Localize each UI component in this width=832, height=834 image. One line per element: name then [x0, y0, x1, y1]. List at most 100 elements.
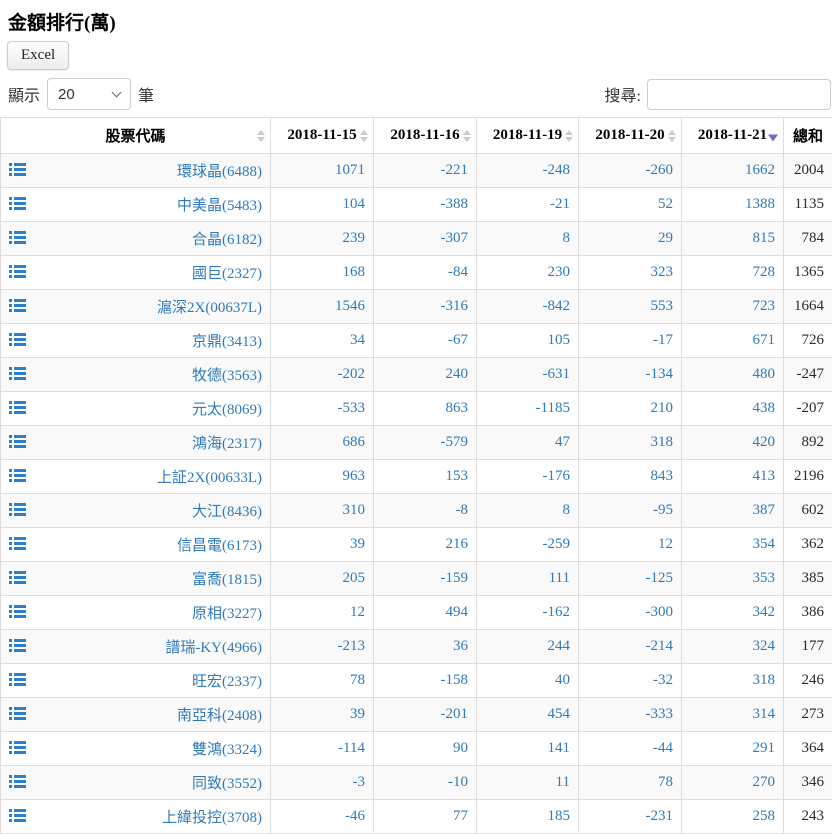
value-cell: 342: [682, 596, 784, 630]
stock-name-link[interactable]: 滬深2X(00637L): [157, 300, 262, 316]
value-cell: -248: [477, 154, 579, 188]
value-cell: -842: [477, 290, 579, 324]
list-icon[interactable]: [9, 163, 26, 176]
value-cell: 438: [682, 392, 784, 426]
search-input[interactable]: [647, 79, 831, 110]
stock-name-link[interactable]: 鴻海(2317): [192, 436, 262, 452]
value-cell: -125: [579, 562, 682, 596]
list-icon[interactable]: [9, 639, 26, 652]
stock-name-link[interactable]: 同致(3552): [192, 776, 262, 792]
stock-name-link[interactable]: 旺宏(2337): [192, 674, 262, 690]
list-icon[interactable]: [9, 401, 26, 414]
list-icon[interactable]: [9, 571, 26, 584]
search-control: 搜尋:: [605, 79, 831, 110]
stock-name-link[interactable]: 合晶(6182): [192, 232, 262, 248]
stock-name-link[interactable]: 雙鴻(3324): [192, 742, 262, 758]
column-header-2018-11-21[interactable]: 2018-11-21: [682, 118, 784, 154]
value-cell: -3: [271, 766, 374, 800]
value-cell: -10: [374, 766, 477, 800]
list-icon[interactable]: [9, 503, 26, 516]
table-row: 滬深2X(00637L) 1546 -316 -842 553 723 1664: [1, 290, 832, 324]
total-cell: 364: [784, 732, 832, 766]
value-cell: -159: [374, 562, 477, 596]
value-cell: 723: [682, 290, 784, 324]
sort-both-icon: [463, 130, 471, 142]
stock-name-link[interactable]: 南亞科(2408): [177, 708, 262, 724]
table-row: 鴻海(2317) 686 -579 47 318 420 892: [1, 426, 832, 460]
column-header-2018-11-20[interactable]: 2018-11-20: [579, 118, 682, 154]
value-cell: -214: [579, 630, 682, 664]
list-icon[interactable]: [9, 333, 26, 346]
table-row: 譜瑞-KY(4966) -213 36 244 -214 324 177: [1, 630, 832, 664]
column-header-2018-11-15[interactable]: 2018-11-15: [271, 118, 374, 154]
list-icon[interactable]: [9, 707, 26, 720]
column-header-total: 總和: [784, 118, 832, 154]
stock-name-link[interactable]: 譜瑞-KY(4966): [165, 640, 262, 656]
stock-name-link[interactable]: 中美晶(5483): [177, 198, 262, 214]
stock-name-link[interactable]: 上緯投控(3708): [162, 810, 262, 826]
list-icon[interactable]: [9, 605, 26, 618]
total-cell: 243: [784, 800, 832, 834]
table-row: 上緯投控(3708) -46 77 185 -231 258 243: [1, 800, 832, 834]
value-cell: 111: [477, 562, 579, 596]
value-cell: 105: [477, 324, 579, 358]
column-header-label: 2018-11-19: [493, 127, 562, 143]
list-icon[interactable]: [9, 299, 26, 312]
table-row: 國巨(2327) 168 -84 230 323 728 1365: [1, 256, 832, 290]
list-icon[interactable]: [9, 197, 26, 210]
value-cell: 78: [579, 766, 682, 800]
stock-name-link[interactable]: 元太(8069): [192, 402, 262, 418]
value-cell: -32: [579, 664, 682, 698]
value-cell: -1185: [477, 392, 579, 426]
list-icon[interactable]: [9, 265, 26, 278]
value-cell: -260: [579, 154, 682, 188]
stock-name-link[interactable]: 富喬(1815): [192, 572, 262, 588]
stock-name-link[interactable]: 國巨(2327): [192, 266, 262, 282]
value-cell: -162: [477, 596, 579, 630]
value-cell: -300: [579, 596, 682, 630]
value-cell: 387: [682, 494, 784, 528]
stock-name-link[interactable]: 上証2X(00633L): [157, 470, 262, 486]
list-icon[interactable]: [9, 231, 26, 244]
column-header-2018-11-19[interactable]: 2018-11-19: [477, 118, 579, 154]
stock-name-link[interactable]: 牧德(3563): [192, 368, 262, 384]
stock-name-link[interactable]: 大江(8436): [192, 504, 262, 520]
list-icon[interactable]: [9, 367, 26, 380]
list-icon[interactable]: [9, 775, 26, 788]
value-cell: 258: [682, 800, 784, 834]
list-icon[interactable]: [9, 673, 26, 686]
stock-cell: 原相(3227): [1, 596, 271, 630]
sort-both-icon: [668, 130, 676, 142]
column-header-stock-code[interactable]: 股票代碼: [1, 118, 271, 154]
value-cell: 353: [682, 562, 784, 596]
stock-cell: 上証2X(00633L): [1, 460, 271, 494]
excel-export-button[interactable]: Excel: [7, 41, 69, 70]
value-cell: 314: [682, 698, 784, 732]
list-icon[interactable]: [9, 809, 26, 822]
stock-name-link[interactable]: 原相(3227): [192, 606, 262, 622]
value-cell: -631: [477, 358, 579, 392]
stock-name-link[interactable]: 環球晶(6488): [177, 164, 262, 180]
value-cell: 843: [579, 460, 682, 494]
column-header-label: 2018-11-21: [698, 127, 767, 143]
stock-name-link[interactable]: 信昌電(6173): [177, 538, 262, 554]
value-cell: -533: [271, 392, 374, 426]
total-cell: 362: [784, 528, 832, 562]
value-cell: 210: [579, 392, 682, 426]
list-icon[interactable]: [9, 435, 26, 448]
list-icon[interactable]: [9, 537, 26, 550]
table-row: 南亞科(2408) 39 -201 454 -333 314 273: [1, 698, 832, 732]
list-icon[interactable]: [9, 741, 26, 754]
value-cell: 39: [271, 528, 374, 562]
stock-name-link[interactable]: 京鼎(3413): [192, 334, 262, 350]
list-icon[interactable]: [9, 469, 26, 482]
column-header-2018-11-16[interactable]: 2018-11-16: [374, 118, 477, 154]
total-cell: 385: [784, 562, 832, 596]
table-row: 中美晶(5483) 104 -388 -21 52 1388 1135: [1, 188, 832, 222]
stock-cell: 國巨(2327): [1, 256, 271, 290]
page-length-select[interactable]: 20: [47, 78, 131, 110]
table-row: 原相(3227) 12 494 -162 -300 342 386: [1, 596, 832, 630]
total-cell: 784: [784, 222, 832, 256]
value-cell: 205: [271, 562, 374, 596]
table-row: 合晶(6182) 239 -307 8 29 815 784: [1, 222, 832, 256]
